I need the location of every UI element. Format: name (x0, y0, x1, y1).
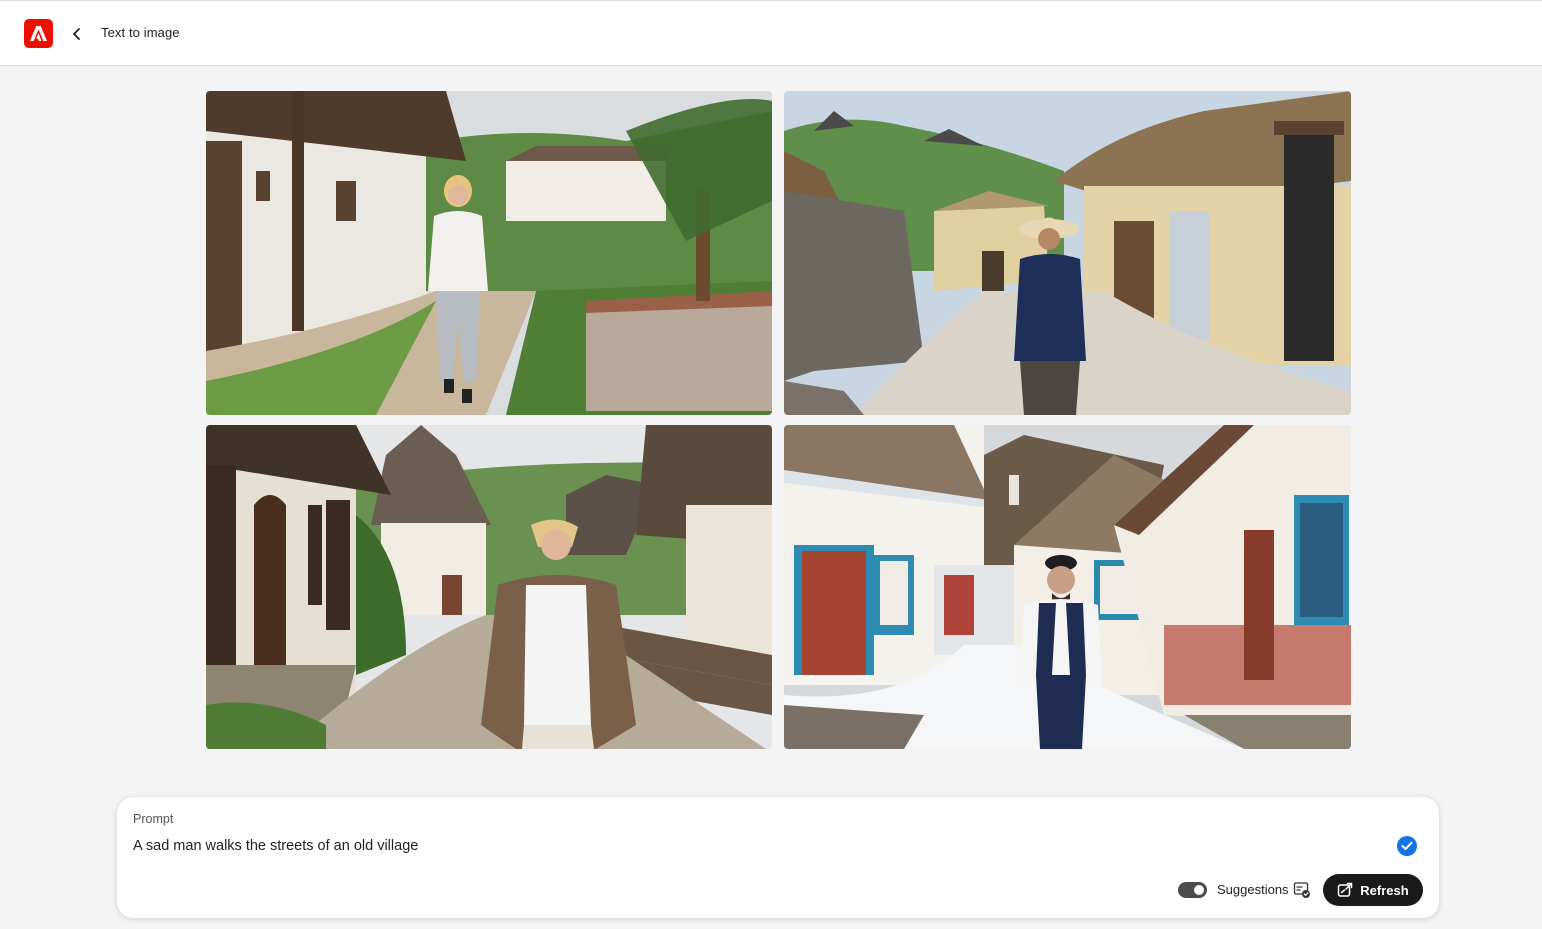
page-title: Text to image (101, 25, 180, 40)
generated-image-1[interactable] (206, 91, 772, 415)
suggestions-icon[interactable] (1293, 881, 1311, 899)
generated-image-3[interactable] (206, 425, 772, 749)
suggestions-label: Suggestions (1217, 882, 1289, 897)
toggle-knob (1194, 885, 1204, 895)
prompt-input[interactable]: A sad man walks the streets of an old vi… (133, 838, 1373, 854)
generated-image-4[interactable] (784, 425, 1351, 749)
prompt-panel: Prompt A sad man walks the streets of an… (117, 797, 1439, 918)
generated-image-2[interactable] (784, 91, 1351, 415)
prompt-label: Prompt (133, 812, 174, 826)
refresh-icon (1338, 882, 1353, 897)
adobe-logo-icon[interactable] (24, 19, 53, 48)
chevron-left-icon (73, 28, 80, 40)
refresh-label: Refresh (1360, 882, 1409, 898)
check-circle-icon (1397, 836, 1417, 856)
back-button[interactable] (66, 23, 88, 45)
refresh-button[interactable]: Refresh (1323, 874, 1423, 906)
suggestions-toggle[interactable] (1178, 882, 1207, 898)
top-bar: Text to image (0, 0, 1542, 66)
